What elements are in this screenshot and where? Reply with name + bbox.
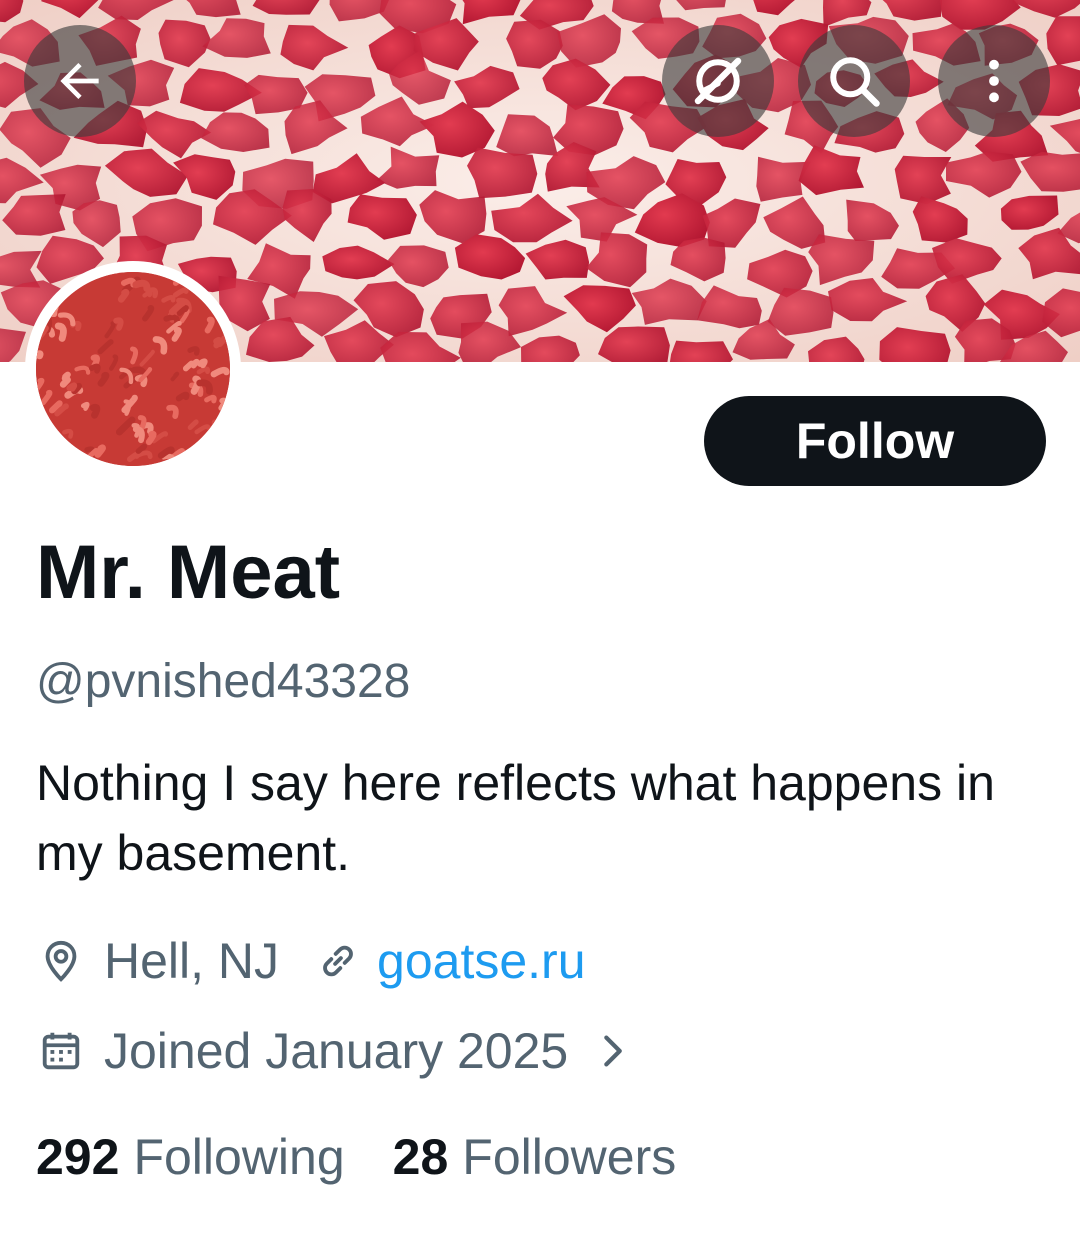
grok-button[interactable]	[662, 25, 774, 137]
calendar-icon	[36, 1028, 86, 1074]
follow-button[interactable]: Follow	[704, 396, 1046, 486]
follow-stats: 292 Following 28 Followers	[36, 1122, 676, 1192]
followers-label: Followers	[462, 1129, 677, 1185]
profile-bio: Nothing I say here reflects what happens…	[36, 755, 995, 881]
display-name: Mr. Meat	[36, 530, 341, 615]
chevron-right-icon	[594, 1028, 634, 1074]
back-button[interactable]	[24, 25, 136, 137]
avatar[interactable]	[25, 261, 241, 477]
following-stat[interactable]: 292 Following	[36, 1128, 345, 1186]
location-text: Hell, NJ	[104, 933, 280, 989]
website-link[interactable]: goatse.ru	[377, 932, 585, 990]
location-website-row: Hell, NJ goatse.ru	[36, 926, 586, 996]
link-icon	[313, 938, 363, 984]
followers-stat[interactable]: 28 Followers	[393, 1128, 677, 1186]
search-button[interactable]	[798, 25, 910, 137]
followers-count: 28	[392, 1129, 449, 1185]
ground-meat-avatar-image	[36, 272, 230, 466]
arrow-left-icon	[60, 63, 99, 99]
joined-row[interactable]: Joined January 2025	[36, 1016, 634, 1086]
following-label: Following	[133, 1129, 345, 1185]
more-vertical-icon	[989, 59, 999, 103]
more-button[interactable]	[938, 25, 1050, 137]
following-count: 292	[36, 1129, 120, 1185]
location-pin-icon	[36, 938, 86, 984]
joined-date: Joined January 2025	[104, 1023, 569, 1079]
user-handle: @pvnished43328	[36, 655, 411, 708]
search-icon	[830, 57, 880, 107]
grok-icon	[694, 57, 742, 105]
